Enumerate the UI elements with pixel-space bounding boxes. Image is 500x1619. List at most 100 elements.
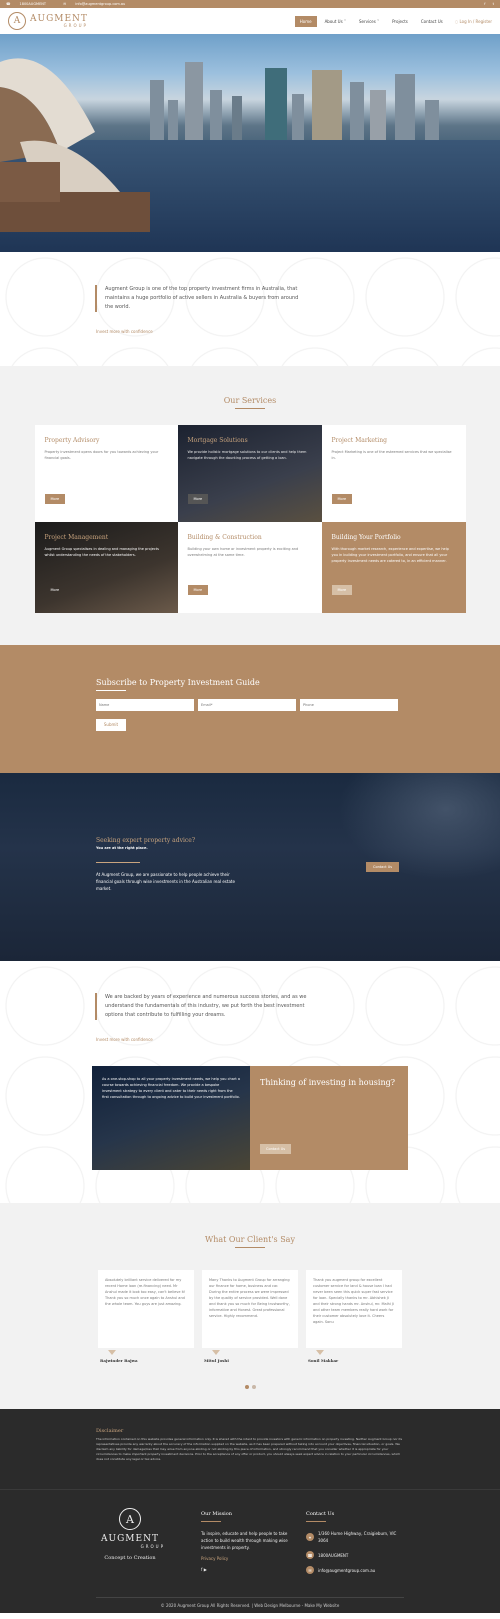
hero-image xyxy=(0,34,500,252)
backed-link[interactable]: Invest more with confidence xyxy=(96,1037,153,1042)
intro-section: Augment Group is one of the top property… xyxy=(0,252,500,366)
advice-text: At Augment Group, we are passionate to h… xyxy=(96,872,235,891)
services-title-rule xyxy=(235,408,265,409)
nav-home[interactable]: Home xyxy=(294,15,317,27)
disclaimer-section: Disclaimer The information contained on … xyxy=(0,1409,500,1489)
mission-text: To inspire, educate and help people to t… xyxy=(201,1531,288,1550)
twitter-icon[interactable]: t xyxy=(493,2,494,6)
address-text: 1/360 Hume Highway, Craigieburn, VIC 306… xyxy=(318,1531,397,1543)
nav-services[interactable]: Services ˅ xyxy=(354,16,384,27)
nav-projects[interactable]: Projects xyxy=(387,16,413,27)
logo-mark-icon: A xyxy=(119,1508,141,1530)
email-row[interactable]: ✉ info@augmentgroup.com.au xyxy=(306,1566,406,1574)
subscribe-section: Subscribe to Property Investment Guide S… xyxy=(0,645,500,773)
skyline-building xyxy=(185,62,203,140)
top-phone[interactable]: ☎ 1800AUGMENT xyxy=(6,2,54,6)
carousel-dot[interactable] xyxy=(251,1385,256,1389)
subscribe-form xyxy=(96,699,500,711)
more-button[interactable]: More xyxy=(331,494,353,504)
service-card-mortgage-solutions[interactable]: Mortgage Solutions We provide holistic m… xyxy=(177,425,322,522)
promo-contact-button[interactable]: Contact Us xyxy=(260,1144,292,1154)
intro-link[interactable]: Invest more with confidence xyxy=(96,329,153,334)
top-bar-contact: ☎ 1800AUGMENT ✉ info@augmentgroup.com.au xyxy=(6,2,141,6)
contact-rule xyxy=(306,1521,326,1522)
cloud-background xyxy=(320,773,500,893)
phone-text: 1800AUGMENT xyxy=(318,1552,349,1558)
testimonial-card: Absolutely brilliant service delivered f… xyxy=(98,1270,194,1363)
mail-icon: ✉ xyxy=(63,2,68,6)
mission-rule xyxy=(201,1521,221,1522)
skyline-building xyxy=(150,80,164,140)
copyright: © 2020 Augment Group All Rights Reserved… xyxy=(96,1597,404,1613)
service-card-text: We provide holistic mortgage solutions t… xyxy=(187,450,307,460)
top-email-text: info@augmentgroup.com.au xyxy=(75,2,126,6)
more-button[interactable]: More xyxy=(331,585,353,595)
privacy-link[interactable]: Privacy Policy xyxy=(201,1555,296,1562)
contact-title: Contact Us xyxy=(306,1511,335,1517)
disclaimer-title: Disclaimer xyxy=(96,1428,124,1434)
nav-contact[interactable]: Contact Us xyxy=(416,16,448,27)
phone-row[interactable]: ☎ 1800AUGMENT xyxy=(306,1551,406,1559)
footer-tagline: Concept to Creation xyxy=(104,1555,156,1561)
testimonials-section: What Our Client's Say Absolutely brillia… xyxy=(0,1203,500,1409)
nav-about[interactable]: About Us ˅ xyxy=(320,16,351,27)
service-card-title: Building & Construction xyxy=(187,534,262,541)
testimonial-card: Thank you augment group for excellent cu… xyxy=(306,1270,402,1363)
footer-social: f ▶ xyxy=(201,1566,296,1573)
advice-rule xyxy=(96,862,140,863)
service-card-building-portfolio[interactable]: Building Your Portfolio With thorough ma… xyxy=(321,522,466,613)
quote-pointer-icon xyxy=(316,1350,324,1355)
testimonial-text: Thank you augment group for excellent cu… xyxy=(306,1270,402,1348)
testimonial-name: Sonil Makkar xyxy=(308,1358,339,1363)
name-field[interactable] xyxy=(96,699,194,711)
service-card-title: Project Marketing xyxy=(331,437,387,444)
testimonial-text: Many Thanks to Augment Group for arrangi… xyxy=(202,1270,298,1348)
promo-title: Thinking of investing in housing? xyxy=(260,1078,396,1087)
main-nav: Home About Us ˅ Services ˅ Projects Cont… xyxy=(294,15,492,27)
service-card-text: Project Marketing is one of the esteemed… xyxy=(331,450,452,460)
top-bar: ☎ 1800AUGMENT ✉ info@augmentgroup.com.au… xyxy=(0,0,500,8)
email-field[interactable] xyxy=(198,699,296,711)
service-card-title: Building Your Portfolio xyxy=(331,534,401,541)
contact-us-button[interactable]: Contact Us xyxy=(366,862,400,872)
footer-mission: Our Mission To inspire, educate and help… xyxy=(201,1511,296,1573)
testimonials-title: What Our Client's Say xyxy=(205,1235,295,1244)
footer-logo[interactable]: A AUGMENT GROUP Concept to Creation xyxy=(95,1508,165,1561)
skyline-building xyxy=(210,90,222,140)
service-card-property-advisory[interactable]: Property Advisory Property investment op… xyxy=(34,425,178,522)
submit-button[interactable]: Submit xyxy=(96,718,126,731)
mission-title: Our Mission xyxy=(201,1511,232,1517)
testimonial-card: Many Thanks to Augment Group for arrangi… xyxy=(202,1270,298,1363)
service-card-building-construction[interactable]: Building & Construction Building your ow… xyxy=(177,522,322,613)
address-row: ⌖ 1/360 Hume Highway, Craigieburn, VIC 30… xyxy=(306,1530,406,1544)
logo-mark-icon: A xyxy=(8,12,26,30)
youtube-icon[interactable]: ▶ xyxy=(204,1567,207,1572)
site-header: A AUGMENT GROUP Home About Us ˅ Services… xyxy=(0,8,500,34)
more-button[interactable]: More xyxy=(187,494,209,504)
quote-pointer-icon xyxy=(108,1350,116,1355)
service-card-project-management[interactable]: Project Management Augment Group special… xyxy=(34,522,178,613)
login-link[interactable]: ◌ Log In / Register xyxy=(455,19,492,24)
services-grid: Property Advisory Property investment op… xyxy=(34,425,466,613)
advice-section: Seeking expert property advice? You are … xyxy=(0,773,500,961)
skyline-building xyxy=(265,68,287,140)
service-card-title: Project Management xyxy=(44,534,109,541)
site-logo[interactable]: A AUGMENT GROUP xyxy=(8,12,88,30)
more-button[interactable]: More xyxy=(45,585,66,595)
service-card-title: Mortgage Solutions xyxy=(187,437,248,444)
top-email[interactable]: ✉ info@augmentgroup.com.au xyxy=(63,2,133,6)
more-button[interactable]: More xyxy=(44,494,66,504)
skyline-building xyxy=(168,100,178,140)
phone-field[interactable] xyxy=(300,699,398,711)
skyline-building xyxy=(395,74,415,140)
intro-quote: Augment Group is one of the top property… xyxy=(95,285,300,312)
service-card-text: With thorough market research, experienc… xyxy=(331,547,449,563)
promo-left-text: As a one-stop-shop to all your property … xyxy=(92,1066,250,1170)
footer-contact: Contact Us ⌖ 1/360 Hume Highway, Craigieb… xyxy=(306,1511,406,1581)
more-button[interactable]: More xyxy=(187,585,209,595)
facebook-icon[interactable]: f xyxy=(484,2,485,6)
promo-right: Thinking of investing in housing? Contac… xyxy=(250,1066,408,1170)
service-card-text: Property investment opens doors for you … xyxy=(44,450,159,460)
carousel-dot[interactable] xyxy=(244,1385,249,1389)
service-card-project-marketing[interactable]: Project Marketing Project Marketing is o… xyxy=(321,425,466,522)
